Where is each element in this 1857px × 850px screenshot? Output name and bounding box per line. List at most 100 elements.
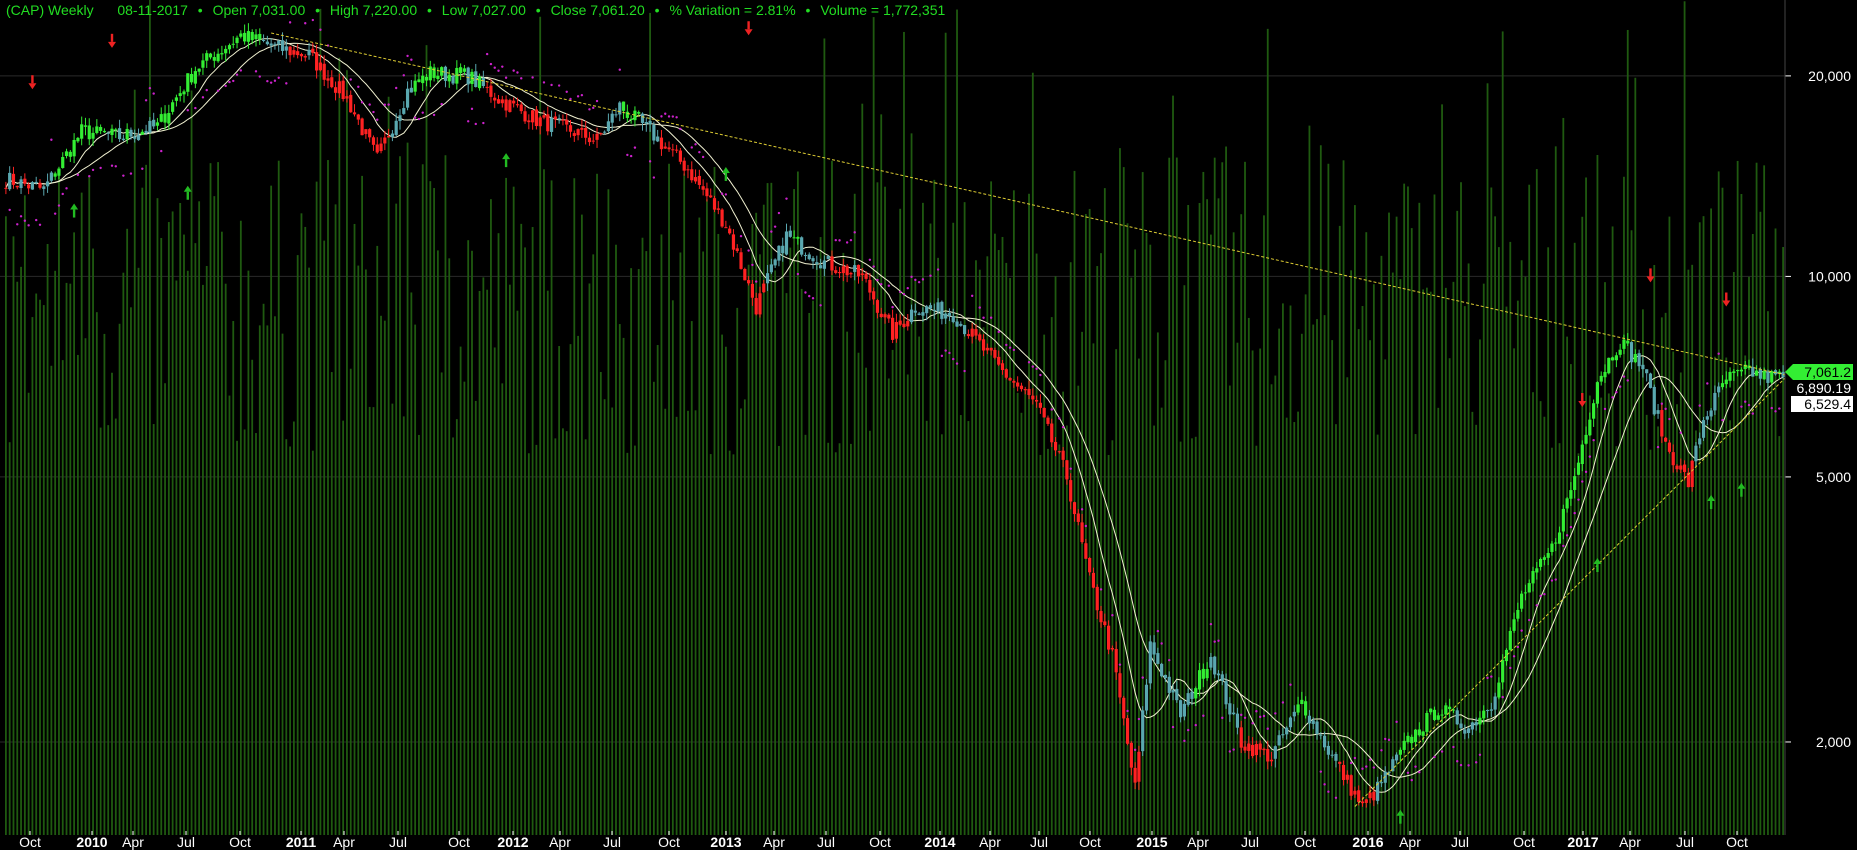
volume-bar [440,372,443,835]
x-tick-label: Oct [869,834,891,850]
candle-body [606,121,611,132]
volume-bar [84,338,87,835]
sar-dot [849,238,853,242]
sar-dot [497,69,500,72]
candle-body [496,99,501,104]
sar-dot [1550,579,1554,582]
candle-body [489,85,493,97]
candle-body [618,102,622,115]
volume-bar [304,226,307,835]
candle-body [1410,736,1414,744]
volume-bar [751,223,754,835]
volume-bar [31,317,34,835]
volume-bar [743,399,746,835]
candle-body [1739,369,1744,372]
volume-bar [1573,242,1576,836]
volume-bar [1649,449,1652,835]
sar-dot [470,107,474,111]
sar-dot [701,155,705,159]
candle-body [64,151,69,156]
sar-dot [963,369,966,373]
candle-body [781,245,785,254]
volume-bar [645,251,648,836]
sar-dot [997,330,1000,334]
sar-dot [1512,655,1516,658]
candle-body [349,94,353,113]
x-tick-label: 2016 [1352,834,1383,850]
candle-body [1326,745,1330,755]
sar-dot [1490,675,1493,678]
sar-dot [891,305,894,309]
candle-body [902,323,906,327]
volume-bar [1717,171,1720,836]
sar-dot [1111,614,1114,617]
volume-bar [455,419,458,835]
price-chart[interactable]: 2,000 5,000 10,000 20,000 7,061.26,890.196,5… [0,0,1857,850]
candle-body [610,113,614,123]
candle-body [644,122,648,124]
sar-dot [1440,750,1444,753]
sar-dot [940,354,944,358]
volume-bar [346,70,348,836]
candle-body [1247,743,1251,751]
candle-body [1250,744,1255,757]
candle-body [1546,553,1550,558]
sar-dot [773,225,777,228]
candle-body [1076,513,1080,522]
volume-bar [1588,395,1591,835]
sar-dot [88,175,91,178]
sar-dot [376,118,379,121]
volume-bar [436,250,439,835]
volume-bar [884,186,886,836]
candle-body [1455,710,1459,725]
volume-bar [141,187,144,835]
volume-bar [1122,167,1125,835]
volume-bar [12,236,15,835]
candle-body [345,96,349,99]
candle-body [656,136,660,142]
sar-dot [1240,713,1243,717]
candle-body [106,132,110,134]
volume-bar [709,454,712,835]
y-axis: 2,000 5,000 10,000 20,000 [1784,0,1851,835]
candle-body [1561,508,1565,532]
x-tick-label: Jul [1241,834,1259,850]
sar-dot [1027,361,1031,364]
candle-body [205,53,209,61]
candle-body [303,56,307,58]
volume-bar [1213,157,1216,835]
candle-body [201,60,205,68]
volume-bar [706,199,708,835]
sar-dot [1584,470,1588,474]
candle-body [1088,557,1092,573]
candle-body [849,272,853,275]
volume-bar [1778,436,1781,835]
volume-bar [596,173,598,835]
sar-dot [698,150,701,154]
candle-body [1156,653,1160,664]
volume-bar [796,171,799,835]
sar-dot [739,234,743,238]
candle-body [409,87,413,93]
candle-body [788,230,792,237]
candle-body [1728,371,1732,381]
volume-bar [1490,187,1493,836]
volume-bar [1570,364,1572,835]
volume-bar [1376,434,1379,835]
volume-bar [1338,225,1341,836]
candle-body [947,312,952,316]
sar-dot [23,219,27,222]
volume-bar [1623,176,1625,836]
volume-bar [156,198,159,836]
volume-bar [65,282,68,835]
volume-bar [732,454,735,835]
volume-bar [194,243,197,835]
candle-body [1417,729,1421,736]
candle-body [45,181,50,187]
volume-bar [1380,255,1383,835]
volume-bar [1172,95,1174,836]
volume-bar [675,416,678,835]
candle-body [1629,342,1634,363]
sar-dot [432,113,436,117]
candle-body [159,114,163,122]
